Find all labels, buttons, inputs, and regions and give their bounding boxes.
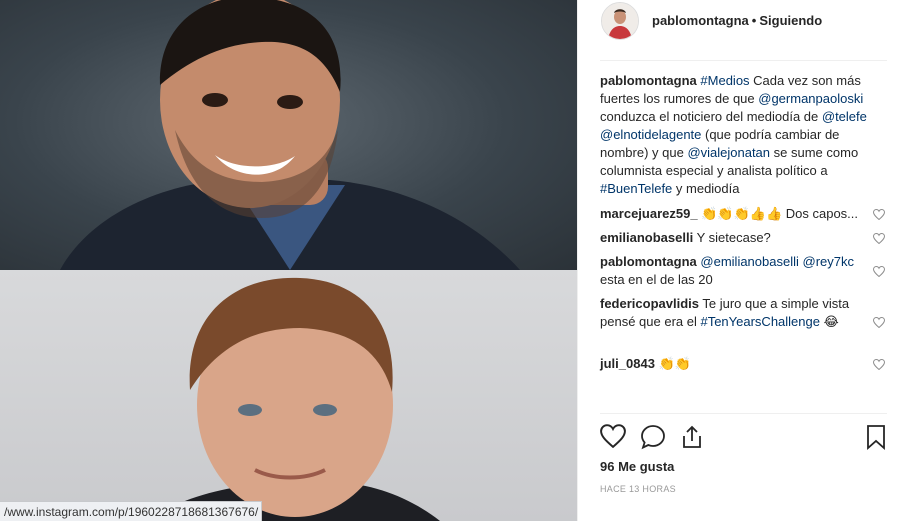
comment-item: juli_0843 👏👏	[600, 355, 862, 373]
comment-item: emilianobaselli Y sietecase?	[600, 229, 862, 247]
follow-status-button[interactable]: Siguiendo	[759, 13, 822, 28]
heart-icon[interactable]	[600, 424, 626, 448]
comment-like-icon[interactable]	[873, 317, 885, 328]
comment-emoji: 😂	[819, 314, 839, 329]
comment-username[interactable]: emilianobaselli	[600, 230, 693, 245]
photo-bottom-person	[0, 270, 577, 521]
top-person-illustration	[60, 0, 520, 270]
comment-like-icon[interactable]	[873, 359, 885, 370]
comment-mention-rey7kc[interactable]: @rey7kc	[803, 254, 855, 269]
avatar-image	[602, 3, 638, 39]
comment-username[interactable]: federicopavlidis	[600, 296, 699, 311]
comment-item: marcejuarez59_ 👏👏👏👍👍 Dos capos...	[600, 205, 862, 223]
comment-like-icon[interactable]	[873, 266, 885, 277]
header-separator: •	[751, 13, 757, 28]
header-text: pablomontagna • Siguiendo	[652, 13, 822, 28]
comment-item: federicopavlidis Te juro que a simple vi…	[600, 295, 862, 331]
post-panel: pablomontagna • Siguiendo pablomontagna #M…	[578, 0, 909, 521]
caption: pablomontagna #Medios Cada vez son más f…	[600, 72, 885, 198]
caption-mention-elnotidelagente[interactable]: @elnotidelagente	[600, 127, 701, 142]
caption-text-segment: y mediodía	[672, 181, 740, 196]
status-bar-url: /www.instagram.com/p/1960228718681367676…	[0, 501, 262, 521]
comment-text: esta en el de las 20	[600, 272, 713, 287]
caption-mention-germanpaoloski[interactable]: @germanpaoloski	[758, 91, 863, 106]
comment-mention-emilianobaselli[interactable]: @emilianobaselli	[700, 254, 798, 269]
comment-text: 👏👏👏👍👍 Dos capos...	[701, 206, 859, 221]
post-actions: 96 Me gusta HACE 13 HORAS	[600, 413, 887, 502]
comment-like-icon[interactable]	[873, 233, 885, 244]
header-username[interactable]: pablomontagna	[652, 13, 749, 28]
post-timestamp: HACE 13 HORAS	[600, 484, 676, 494]
share-icon[interactable]	[680, 424, 704, 450]
comment-icon[interactable]	[640, 424, 666, 450]
comment-item: pablomontagna @emilianobaselli @rey7kc e…	[600, 253, 862, 289]
post-header: pablomontagna • Siguiendo	[600, 0, 887, 61]
caption-hashtag-medios[interactable]: #Medios	[700, 73, 749, 88]
comment-text: Y sietecase?	[696, 230, 771, 245]
comment-text: 👏👏	[658, 356, 691, 371]
comment-username[interactable]: juli_0843	[600, 356, 655, 371]
caption-text-segment: conduzca el noticiero del mediodía de	[600, 109, 822, 124]
caption-username[interactable]: pablomontagna	[600, 73, 697, 88]
comment-username[interactable]: pablomontagna	[600, 254, 697, 269]
caption-text: #Medios Cada vez son más fuertes los rum…	[600, 73, 867, 196]
comment-username[interactable]: marcejuarez59_	[600, 206, 698, 221]
post-image[interactable]: /www.instagram.com/p/1960228718681367676…	[0, 0, 577, 521]
caption-hashtag-buentelefe[interactable]: #BuenTelefe	[600, 181, 672, 196]
comments-section: pablomontagna #Medios Cada vez son más f…	[600, 72, 887, 371]
comment-hashtag-tenyearschallenge[interactable]: #TenYearsChallenge	[700, 314, 820, 329]
caption-mention-telefe[interactable]: @telefe	[822, 109, 867, 124]
bottom-person-illustration	[150, 277, 440, 521]
bookmark-icon[interactable]	[866, 424, 886, 450]
comment-like-icon[interactable]	[873, 209, 885, 220]
photo-top-person	[0, 0, 577, 270]
caption-mention-vialejonatan[interactable]: @vialejonatan	[687, 145, 770, 160]
likes-count[interactable]: 96 Me gusta	[600, 459, 674, 474]
avatar[interactable]	[601, 2, 639, 40]
